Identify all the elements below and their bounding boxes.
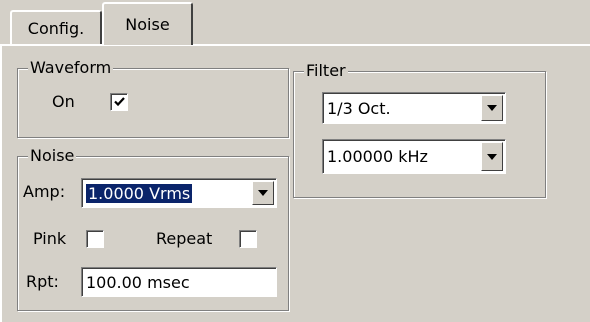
chevron-down-icon — [487, 153, 497, 160]
noise-group: Noise Amp: 1.0000 Vrms Pink Repeat Rpt: … — [17, 146, 289, 311]
tab-config-label: Config. — [27, 18, 85, 38]
chevron-down-icon — [258, 190, 268, 196]
amp-select[interactable]: 1.0000 Vrms — [81, 178, 277, 208]
chevron-down-icon — [487, 105, 497, 111]
checkmark-icon — [114, 97, 125, 107]
filter-group-title: Filter — [304, 61, 348, 81]
noise-group-title: Noise — [28, 146, 77, 166]
amp-select-value: 1.0000 Vrms — [86, 183, 193, 203]
filter-type-dropdown-button[interactable] — [481, 95, 503, 121]
waveform-group: Waveform On — [17, 58, 289, 138]
tab-config[interactable]: Config. — [10, 10, 102, 44]
amp-label: Amp: — [23, 182, 66, 201]
pink-checkbox[interactable] — [86, 230, 104, 248]
tab-noise[interactable]: Noise — [102, 2, 193, 45]
pink-label: Pink — [33, 229, 67, 248]
filter-type-select[interactable]: 1/3 Oct. — [322, 92, 506, 124]
filter-type-value: 1/3 Oct. — [327, 98, 391, 118]
tab-bar: Config. Noise — [0, 0, 590, 45]
filter-group: Filter 1/3 Oct. 1.00000 kHz — [293, 61, 546, 198]
amp-dropdown-button[interactable] — [252, 181, 274, 205]
repeat-label: Repeat — [156, 229, 213, 248]
noise-tab-panel: Waveform On Noise Amp: 1.0000 Vrms Pink … — [0, 44, 590, 322]
repeat-checkbox[interactable] — [239, 230, 257, 248]
filter-frequency-select[interactable]: 1.00000 kHz — [322, 139, 506, 174]
tab-noise-label: Noise — [125, 15, 170, 34]
filter-frequency-dropdown-button[interactable] — [481, 142, 503, 171]
waveform-on-checkbox[interactable] — [110, 93, 128, 111]
waveform-group-title: Waveform — [28, 58, 114, 78]
rpt-input[interactable]: 100.00 msec — [81, 267, 277, 297]
filter-frequency-value: 1.00000 kHz — [327, 147, 428, 166]
waveform-on-label: On — [52, 92, 75, 111]
rpt-label: Rpt: — [26, 272, 59, 291]
rpt-input-value: 100.00 msec — [86, 272, 190, 292]
